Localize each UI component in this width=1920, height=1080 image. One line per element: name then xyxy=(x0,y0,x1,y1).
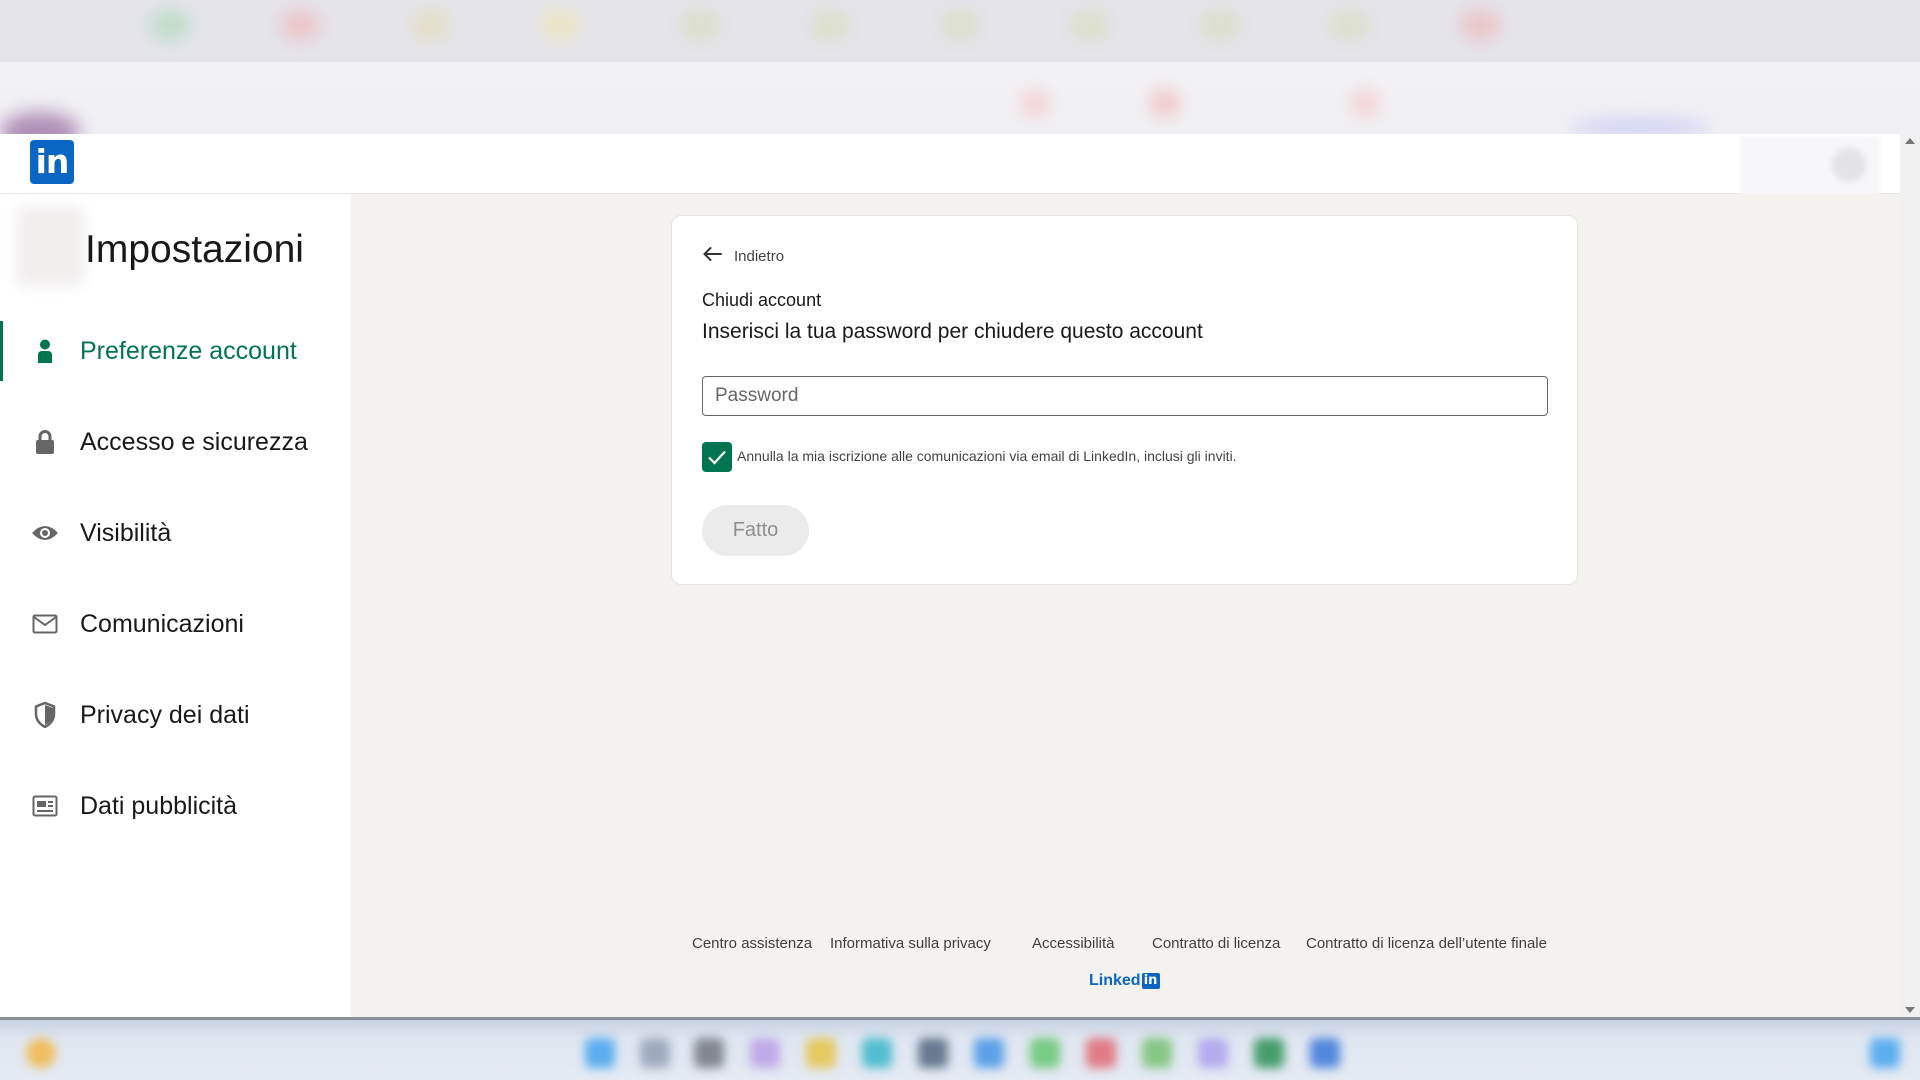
back-label: Indietro xyxy=(734,248,785,265)
sidebar-item-dati-pubblicita[interactable]: Dati pubblicità xyxy=(0,776,351,836)
blurred-tab-icon xyxy=(1070,10,1110,40)
password-input[interactable] xyxy=(702,376,1548,416)
close-account-card: Indietro Chiudi account Inserisci la tua… xyxy=(671,215,1578,585)
blurred-taskbar-icon xyxy=(1030,1038,1060,1068)
sidebar-item-visibilita[interactable]: Visibilità xyxy=(0,503,351,563)
sidebar-item-comunicazioni[interactable]: Comunicazioni xyxy=(0,594,351,654)
footer-brand-word: Linked xyxy=(1089,972,1141,989)
blurred-tab-icon xyxy=(940,10,980,40)
blurred-bookmark-icon xyxy=(1150,90,1180,116)
page-scrollbar[interactable] xyxy=(1900,134,1920,1017)
sidebar-item-label: Accesso e sicurezza xyxy=(80,427,308,456)
eye-icon xyxy=(30,518,60,548)
blurred-tab-icon xyxy=(410,10,450,40)
sidebar-item-label: Privacy dei dati xyxy=(80,700,250,729)
page-title: Impostazioni xyxy=(85,228,304,271)
blurred-tab-icon xyxy=(150,10,190,40)
blurred-taskbar-icon xyxy=(806,1038,836,1068)
footer-link-contratto-licenza-utente[interactable]: Contratto di licenza dell’utente finale xyxy=(1306,935,1547,952)
unsubscribe-checkbox-label[interactable]: Annulla la mia iscrizione alle comunicaz… xyxy=(737,448,1237,464)
checkmark-icon xyxy=(708,450,726,465)
blurred-tab-icon xyxy=(680,10,720,40)
shield-icon xyxy=(30,700,60,730)
blurred-taskbar-icon xyxy=(694,1038,724,1068)
blurred-tab-icon xyxy=(540,10,580,40)
person-icon xyxy=(30,336,60,366)
blurred-taskbar-icon xyxy=(585,1038,615,1068)
blurred-taskbar-icon xyxy=(918,1038,948,1068)
blurred-taskbar-icon xyxy=(1310,1038,1340,1068)
blurred-taskbar-icon xyxy=(862,1038,892,1068)
envelope-icon xyxy=(30,609,60,639)
blurred-extension-blob xyxy=(1570,118,1710,134)
blurred-tab-icon xyxy=(280,10,320,40)
avatar[interactable] xyxy=(1832,148,1866,182)
blurred-taskbar-icon xyxy=(26,1038,56,1068)
blurred-taskbar-icon xyxy=(1142,1038,1172,1068)
settings-sidebar: Impostazioni Preferenze account Accesso … xyxy=(0,194,351,1017)
linkedin-header: in xyxy=(0,134,1900,194)
footer-linkedin-logo: Linked in xyxy=(1089,972,1160,990)
blurred-taskbar-icon xyxy=(1086,1038,1116,1068)
footer-link-centro-assistenza[interactable]: Centro assistenza xyxy=(692,935,812,952)
sidebar-item-accesso-e-sicurezza[interactable]: Accesso e sicurezza xyxy=(0,412,351,472)
linkedin-logo[interactable]: in xyxy=(30,140,74,184)
footer-link-contratto-licenza[interactable]: Contratto di licenza xyxy=(1152,935,1280,952)
scroll-down-arrow-icon[interactable] xyxy=(1905,1007,1915,1013)
lock-icon xyxy=(30,427,60,457)
done-button[interactable]: Fatto xyxy=(702,505,809,556)
sidebar-item-privacy-dei-dati[interactable]: Privacy dei dati xyxy=(0,685,351,745)
blurred-taskbar-icon xyxy=(974,1038,1004,1068)
blurred-taskbar-icon xyxy=(1870,1038,1900,1068)
blurred-profile-blob xyxy=(0,112,80,134)
newspaper-icon xyxy=(30,791,60,821)
footer-link-informativa-privacy[interactable]: Informativa sulla privacy xyxy=(830,935,991,952)
card-title: Chiudi account xyxy=(702,290,822,310)
footer-links: Centro assistenza Informativa sulla priv… xyxy=(680,935,1580,955)
avatar xyxy=(16,206,84,286)
sidebar-item-preferenze-account[interactable]: Preferenze account xyxy=(0,321,351,381)
blurred-taskbar-icon xyxy=(1254,1038,1284,1068)
browser-chrome xyxy=(0,0,1920,134)
sidebar-item-label: Visibilità xyxy=(80,518,172,547)
scroll-up-arrow-icon[interactable] xyxy=(1905,138,1915,144)
blurred-taskbar-icon xyxy=(640,1038,670,1068)
footer-brand-box: in xyxy=(1141,973,1160,989)
sidebar-item-label: Comunicazioni xyxy=(80,609,244,638)
blurred-bookmark-icon xyxy=(1350,90,1380,116)
blurred-taskbar-icon xyxy=(750,1038,780,1068)
header-profile-area[interactable] xyxy=(1740,136,1880,194)
blurred-tab-icon xyxy=(1330,10,1370,40)
sidebar-item-label: Preferenze account xyxy=(80,336,297,365)
footer-link-accessibilita[interactable]: Accessibilità xyxy=(1032,935,1115,952)
back-link[interactable]: Indietro xyxy=(702,246,784,267)
os-taskbar xyxy=(0,1017,1920,1080)
arrow-left-icon xyxy=(702,246,722,267)
blurred-tab-icon xyxy=(1460,10,1500,40)
card-subtitle: Inserisci la tua password per chiudere q… xyxy=(702,320,1203,343)
unsubscribe-checkbox[interactable] xyxy=(702,442,732,472)
blurred-taskbar-icon xyxy=(1198,1038,1228,1068)
blurred-tab-icon xyxy=(1200,10,1240,40)
blurred-bookmark-icon xyxy=(1020,90,1050,116)
sidebar-item-label: Dati pubblicità xyxy=(80,791,238,820)
blurred-tab-icon xyxy=(810,10,850,40)
